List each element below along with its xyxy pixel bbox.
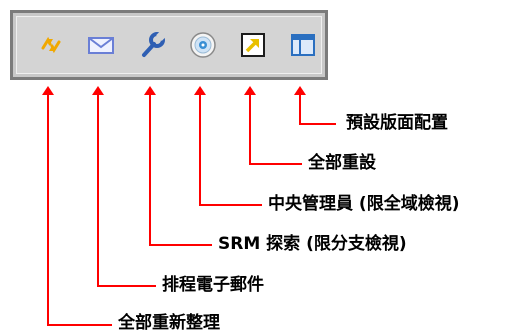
callout-srm-explore: SRM 探索 (限分支檢視) — [218, 234, 407, 254]
callout-refresh-all: 全部重新整理 — [118, 313, 220, 333]
callout-schedule-email: 排程電子郵件 — [162, 275, 264, 295]
callout-reset-all: 全部重設 — [308, 153, 376, 173]
callout-arrows — [42, 86, 336, 326]
callout-default-layout: 預設版面配置 — [346, 113, 448, 133]
arrowheads — [42, 86, 306, 95]
callout-central-admin: 中央管理員 (限全域檢視) — [268, 194, 460, 214]
